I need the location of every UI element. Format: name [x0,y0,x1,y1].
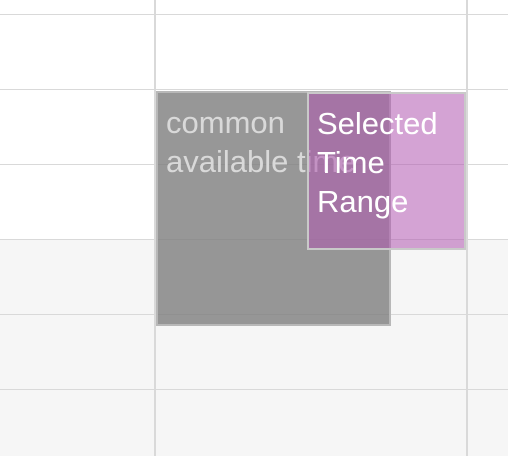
column-divider [466,0,468,456]
calendar-grid: common available time Selected Time Rang… [0,0,508,456]
grid-line [0,89,508,90]
grid-line [0,14,508,15]
selected-time-range-label: Selected Time Range [317,106,438,219]
selected-time-range-block[interactable]: Selected Time Range [307,92,466,250]
grid-line [0,389,508,390]
